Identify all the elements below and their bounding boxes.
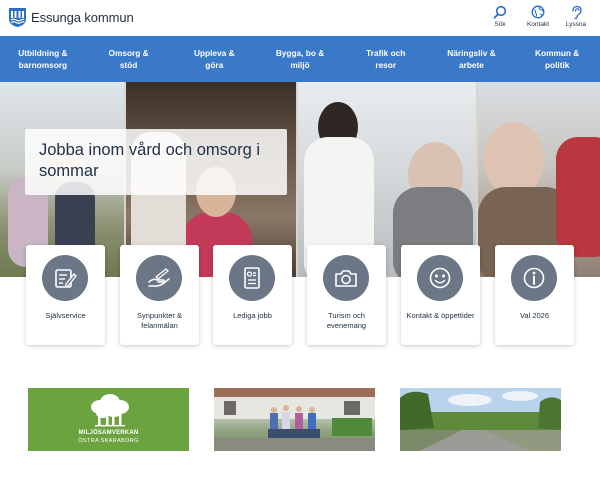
quick-link-label: Synpunkter & felanmälan [136,311,183,330]
header-tools: Sök Kontakt Lyssna [480,5,594,28]
nav-item-label: Utbildning & barnomsorg [18,48,68,70]
listen-button[interactable]: Lyssna [558,5,594,28]
nav-item-trafik[interactable]: Trafik och resor [343,36,429,82]
nav-item-uppleva[interactable]: Uppleva & göra [171,36,257,82]
card-icon-circle [42,255,88,301]
quick-link-label: Turism och evenemang [326,311,367,330]
quick-link-kontakt[interactable]: Kontakt & öppettider [401,245,480,345]
resume-icon [244,267,260,289]
tile-miljo-line1: MILJÖSAMVERKAN [78,430,139,436]
listen-label: Lyssna [565,21,587,28]
quick-links: Självservice Synpunkter & felanmälan Led… [0,245,600,347]
hero-title[interactable]: Jobba inom vård och omsorg i sommar [39,140,279,182]
quick-link-val-2026[interactable]: Val 2026 [495,245,574,345]
nav-item-kommun[interactable]: Kommun & politik [514,36,600,82]
card-icon-circle [417,255,463,301]
form-icon [55,269,77,288]
nav-item-label: Bygga, bo & miljö [275,48,325,70]
nav-item-omsorg[interactable]: Omsorg & stöd [86,36,172,82]
tile-photo-road[interactable] [400,388,561,451]
quick-link-lediga-jobb[interactable]: Lediga jobb [213,245,292,345]
quick-link-label: Lediga jobb [233,311,272,320]
smiley-icon [429,267,451,289]
search-icon [493,5,507,19]
globe-icon [531,5,545,19]
tile-miljo-line2: ÖSTRA SKARABORG [78,438,139,444]
nav-item-label: Uppleva & göra [194,48,235,70]
ear-icon [572,5,582,19]
hero-caption-box: Jobba inom vård och omsorg i sommar [25,129,287,195]
card-icon-circle [511,255,557,301]
site-header: Essunga kommun Sök Kontakt Lyssna [0,0,600,35]
nav-item-label: Kommun & politik [535,48,580,70]
site-logo[interactable]: Essunga kommun [9,8,134,27]
site-name: Essunga kommun [31,10,134,25]
group-photo-image [214,388,375,451]
municipality-crest-icon [9,8,26,27]
tile-photo-group[interactable] [214,388,375,451]
contact-label: Kontakt [526,21,550,28]
nav-item-label: Trafik och resor [366,48,406,70]
quick-link-label: Val 2026 [519,311,550,320]
contact-button[interactable]: Kontakt [520,5,556,28]
quick-link-turism[interactable]: Turism och evenemang [307,245,386,345]
card-icon-circle [229,255,275,301]
road-photo-image [400,388,561,451]
quick-link-synpunkter[interactable]: Synpunkter & felanmälan [120,245,199,345]
nav-item-utbildning[interactable]: Utbildning & barnomsorg [0,36,86,82]
search-button[interactable]: Sök [482,5,518,28]
tile-miljosamverkan[interactable]: MILJÖSAMVERKAN ÖSTRA SKARABORG [28,388,189,451]
quick-link-label: Kontakt & öppettider [406,311,475,320]
search-label: Sök [494,21,506,28]
quick-link-label: Självservice [45,311,86,320]
card-icon-circle [323,255,369,301]
info-icon [523,267,545,289]
camera-icon [335,270,357,287]
card-icon-circle [136,255,182,301]
nav-item-label: Näringsliv & arbete [447,48,496,70]
nav-item-label: Omsorg & stöd [108,48,149,70]
nav-item-naringsliv[interactable]: Näringsliv & arbete [429,36,515,82]
nav-item-bygga[interactable]: Bygga, bo & miljö [257,36,343,82]
hand-pen-icon [148,268,170,287]
quick-link-sjalvservice[interactable]: Självservice [26,245,105,345]
main-navigation: Utbildning & barnomsorg Omsorg & stöd Up… [0,36,600,82]
